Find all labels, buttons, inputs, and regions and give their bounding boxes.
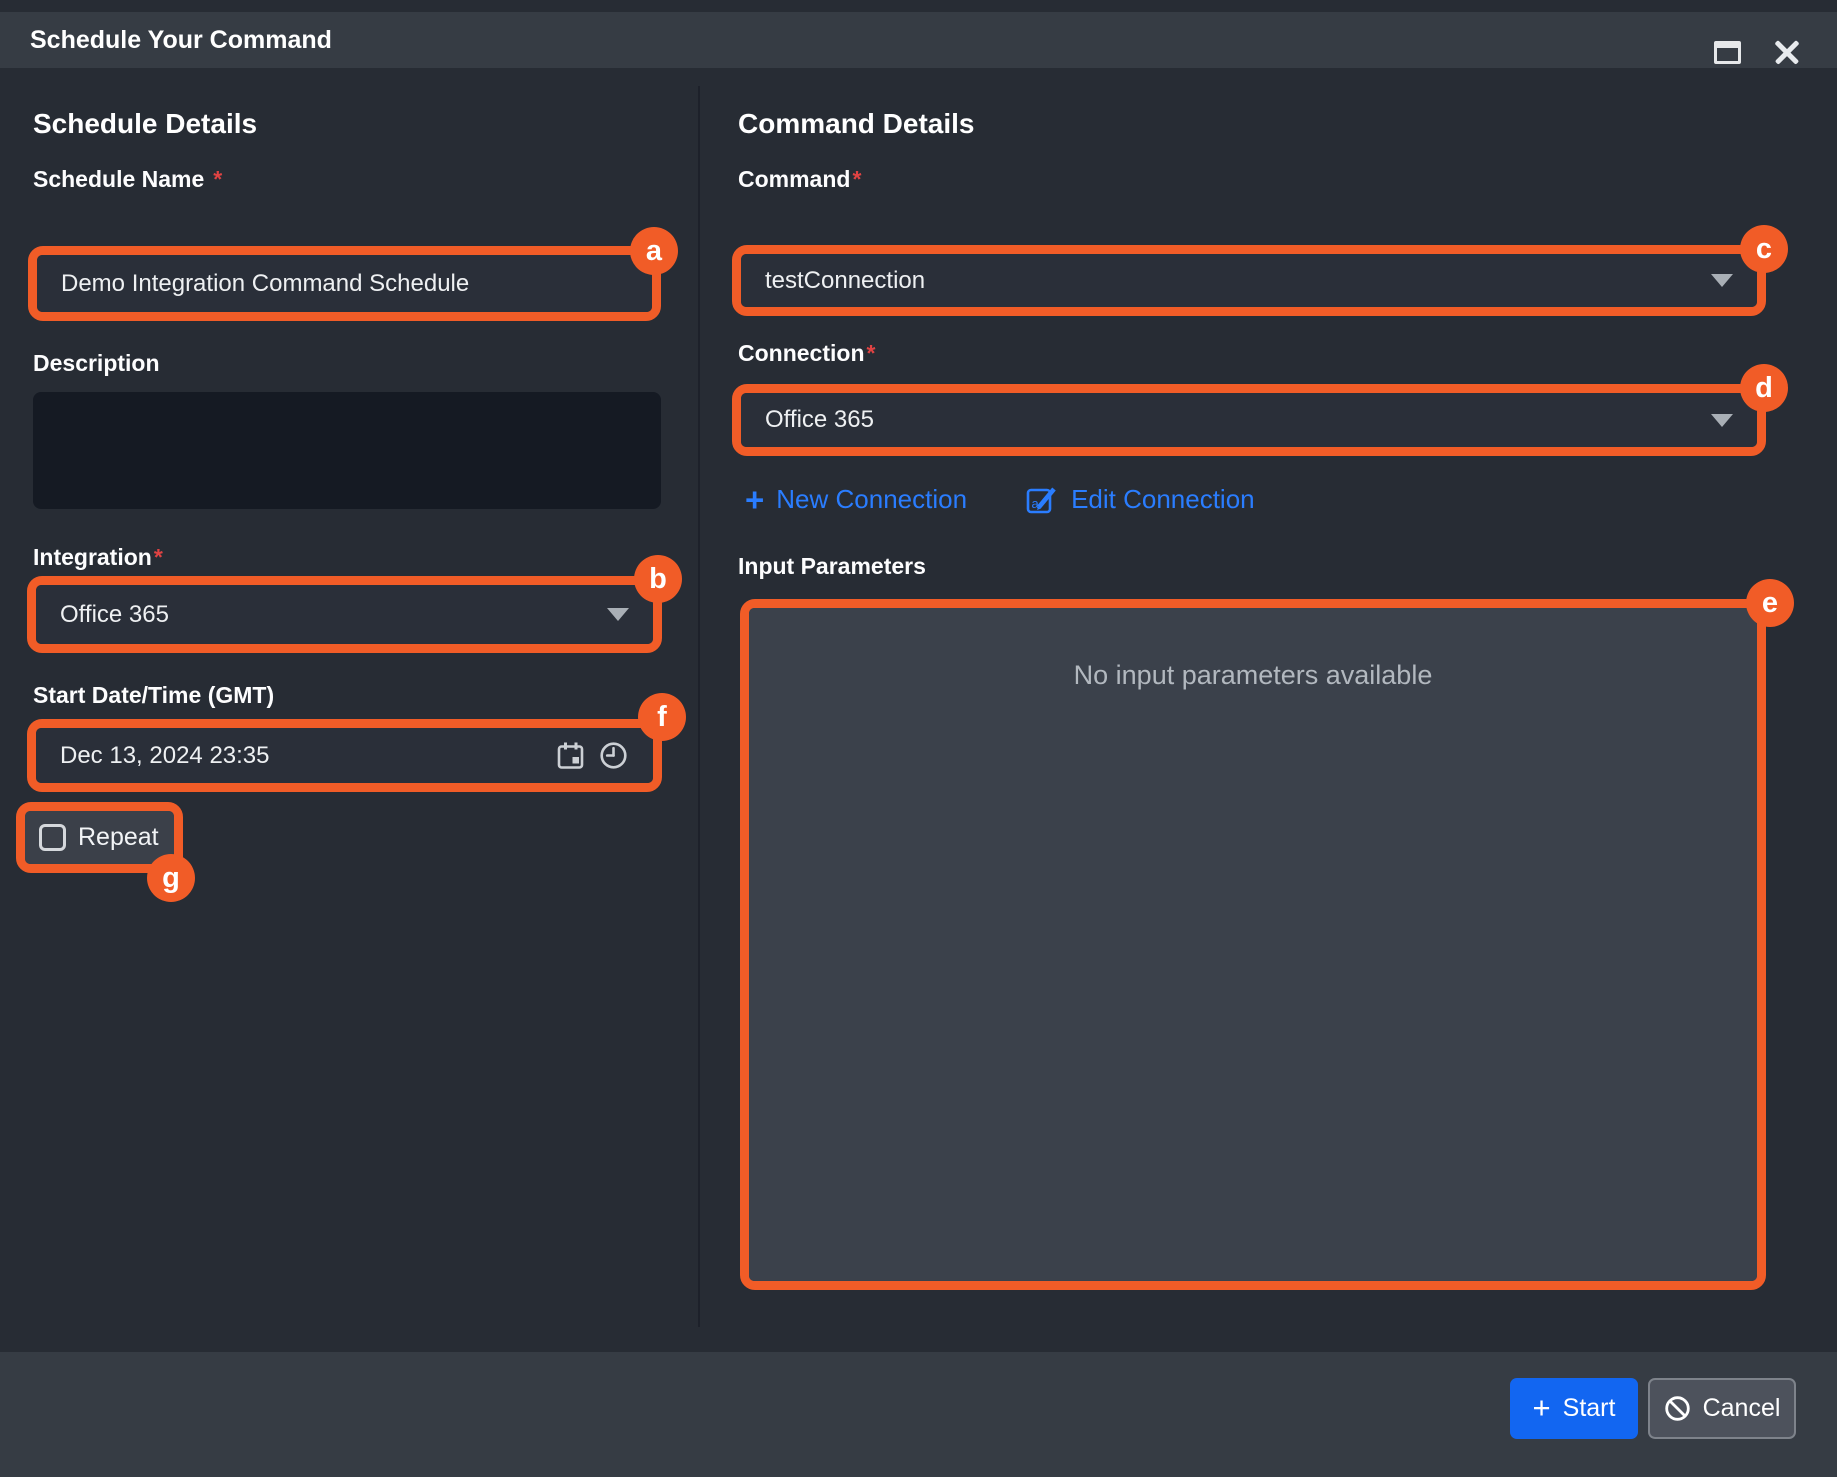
edit-connection-link[interactable]: a Edit Connection <box>1025 482 1255 516</box>
annotation-badge-g: g <box>147 854 195 902</box>
annotation-outline-c: testConnection <box>732 245 1766 316</box>
annotation-outline-f: Dec 13, 2024 23:35 <box>27 719 662 792</box>
start-datetime-label: Start Date/Time (GMT) <box>33 682 274 709</box>
annotation-badge-f: f <box>638 693 686 741</box>
column-divider <box>698 86 700 1327</box>
annotation-outline-a: Demo Integration Command Schedule <box>28 246 661 321</box>
chevron-down-icon <box>607 608 629 621</box>
schedule-name-input[interactable]: Demo Integration Command Schedule <box>37 255 652 312</box>
description-textarea[interactable] <box>33 392 661 509</box>
plus-icon: + <box>745 483 764 516</box>
start-button[interactable]: + Start <box>1510 1378 1638 1439</box>
required-asterisk: * <box>213 166 222 192</box>
command-label: Command* <box>738 166 861 193</box>
no-input-parameters-message: No input parameters available <box>749 660 1757 691</box>
cancel-button[interactable]: Cancel <box>1648 1378 1796 1439</box>
repeat-label: Repeat <box>78 823 159 852</box>
integration-label: Integration* <box>33 544 163 571</box>
connection-label: Connection* <box>738 340 875 367</box>
maximize-icon <box>1714 41 1741 64</box>
command-select[interactable]: testConnection <box>741 254 1757 307</box>
annotation-outline-e: No input parameters available <box>740 599 1766 1290</box>
ban-icon <box>1664 1395 1691 1422</box>
schedule-command-dialog: Schedule Your Command Schedule Details S… <box>0 0 1837 1477</box>
repeat-checkbox-group[interactable]: Repeat <box>25 811 174 864</box>
annotation-badge-b: b <box>634 555 682 603</box>
dialog-titlebar: Schedule Your Command <box>0 12 1837 68</box>
annotation-outline-d: Office 365 <box>732 384 1766 456</box>
maximize-button[interactable] <box>1709 34 1745 70</box>
annotation-badge-a: a <box>630 227 678 275</box>
input-parameters-label: Input Parameters <box>738 553 926 580</box>
repeat-checkbox[interactable] <box>39 824 66 851</box>
annotation-outline-b: Office 365 <box>27 576 662 653</box>
annotation-badge-c: c <box>1740 225 1788 273</box>
required-asterisk: * <box>867 340 876 366</box>
chevron-down-icon <box>1711 414 1733 427</box>
chevron-down-icon <box>1711 274 1733 287</box>
schedule-name-label: Schedule Name* <box>33 166 222 193</box>
new-connection-link[interactable]: + New Connection <box>745 483 967 516</box>
schedule-details-heading: Schedule Details <box>33 108 257 140</box>
clock-icon[interactable] <box>598 740 629 771</box>
annotation-badge-e: e <box>1746 579 1794 627</box>
edit-connection-icon: a <box>1025 482 1059 516</box>
required-asterisk: * <box>154 544 163 570</box>
plus-icon: + <box>1533 1392 1551 1423</box>
close-icon <box>1772 37 1802 67</box>
annotation-badge-d: d <box>1740 364 1788 412</box>
description-label: Description <box>33 350 160 377</box>
calendar-icon[interactable] <box>555 740 586 771</box>
input-parameters-panel: No input parameters available <box>749 608 1757 1281</box>
required-asterisk: * <box>852 166 861 192</box>
close-button[interactable] <box>1769 34 1805 70</box>
dialog-title: Schedule Your Command <box>30 12 332 68</box>
connection-select[interactable]: Office 365 <box>741 393 1757 447</box>
command-details-heading: Command Details <box>738 108 975 140</box>
start-datetime-input[interactable]: Dec 13, 2024 23:35 <box>36 728 653 783</box>
integration-select[interactable]: Office 365 <box>36 585 653 644</box>
